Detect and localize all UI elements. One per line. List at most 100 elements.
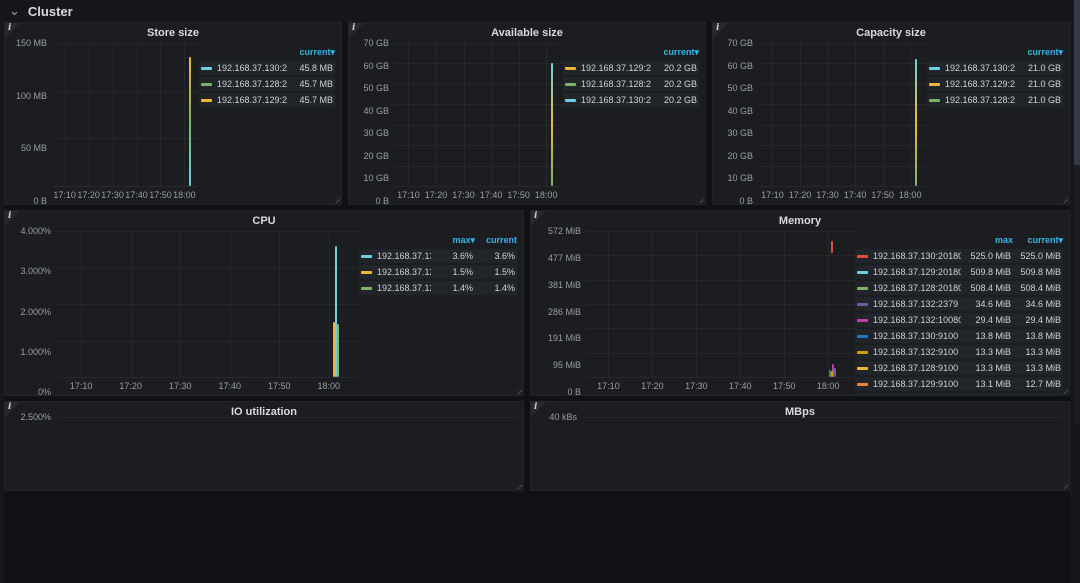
plot-area[interactable]: 17:1017:2017:3017:4017:5018:00 (53, 43, 199, 186)
series-name: 192.168.37.129:20180 (873, 267, 961, 277)
row-header-cluster[interactable]: ⌄ Cluster (0, 0, 1080, 22)
series-name: 192.168.37.128:20180 (873, 283, 961, 293)
legend-row[interactable]: 192.168.37.130:2018045.8 MB (199, 61, 335, 75)
series-name: 192.168.37.130:20180 (377, 251, 431, 261)
y-axis-label: 50 GB (363, 83, 389, 93)
grid-line-v (800, 43, 801, 186)
legend-row[interactable]: 192.168.37.130:201803.6%3.6% (359, 249, 517, 263)
x-axis-label: 17:40 (480, 190, 503, 200)
plot-area[interactable]: 17:1017:2017:3017:4017:5018:00 (57, 231, 359, 377)
panel-body: 40 kBs (539, 417, 1063, 487)
legend-row[interactable]: 192.168.37.128:2018045.7 MB (199, 77, 335, 91)
grid-line-v (137, 43, 138, 186)
legend-sort-max[interactable]: max (963, 235, 1013, 247)
legend-sort-max[interactable]: max▾ (433, 235, 475, 247)
legend-row[interactable]: 192.168.37.132:237934.6 MiB34.6 MiB (855, 297, 1063, 311)
page-scrollbar-track (1074, 0, 1080, 423)
legend-sort-current[interactable]: current▾ (1013, 235, 1063, 247)
series-color-swatch (929, 99, 940, 102)
legend-row[interactable]: 192.168.37.132:90916.9 MiB6.9 MiB (855, 393, 1063, 396)
series-color-swatch (929, 67, 940, 70)
series-name: 192.168.37.132:9091 (873, 395, 961, 396)
panel-title[interactable]: Available size (349, 23, 705, 41)
legend-row[interactable]: 192.168.37.129:2018021.0 GB (927, 77, 1063, 91)
legend-row[interactable]: 192.168.37.129:201801.5%1.5% (359, 265, 517, 279)
legend-sort-current[interactable]: current▾ (653, 47, 699, 59)
x-axis-label: 17:20 (641, 381, 664, 391)
grid-line-h (57, 231, 359, 232)
series-color-swatch (565, 83, 576, 86)
grid-line-h (395, 84, 563, 85)
legend-row[interactable]: 192.168.37.128:910013.3 MiB13.3 MiB (855, 361, 1063, 375)
series-value: 6.9 MiB (1011, 395, 1061, 396)
series-value: 13.1 MiB (961, 379, 1011, 389)
series-name: 192.168.37.128:20180 (581, 79, 651, 89)
series-spike (337, 324, 339, 377)
plot-area[interactable] (57, 417, 517, 472)
legend-row[interactable]: 192.168.37.130:910013.8 MiB13.8 MiB (855, 329, 1063, 343)
plot-area[interactable]: 17:1017:2017:3017:4017:5018:00 (759, 43, 927, 186)
y-axis-label: 100 MB (16, 91, 47, 101)
legend-row[interactable]: 192.168.37.130:20180525.0 MiB525.0 MiB (855, 249, 1063, 263)
y-axis-label: 191 MiB (548, 333, 581, 343)
legend-row[interactable]: 192.168.37.132:1008029.4 MiB29.4 MiB (855, 313, 1063, 327)
plot-area[interactable]: 17:1017:2017:3017:4017:5018:00 (395, 43, 563, 186)
grid-line-v (855, 43, 856, 186)
series-color-swatch (565, 67, 576, 70)
plot-area[interactable] (583, 417, 1063, 472)
y-axis: 70 GB60 GB50 GB40 GB30 GB20 GB10 GB0 B (721, 43, 759, 201)
panel-body: 70 GB60 GB50 GB40 GB30 GB20 GB10 GB0 B17… (357, 43, 699, 201)
grid-line-h (57, 304, 359, 305)
panel-title[interactable]: MBps (531, 402, 1069, 420)
legend-row[interactable]: 192.168.37.128:2018021.0 GB (927, 93, 1063, 107)
chart-area: 150 MB100 MB50 MB0 B17:1017:2017:3017:40… (13, 43, 199, 201)
x-axis-label: 17:20 (789, 190, 812, 200)
legend-row[interactable]: 192.168.37.132:910013.3 MiB13.3 MiB (855, 345, 1063, 359)
legend: maxcurrent▾ 192.168.37.130:20180525.0 MiB… (855, 231, 1063, 392)
legend-row[interactable]: 192.168.37.129:20180509.8 MiB509.8 MiB (855, 265, 1063, 279)
grid-line-v (464, 43, 465, 186)
info-icon: i (534, 402, 537, 412)
y-axis-label: 10 GB (363, 173, 389, 183)
series-color-swatch (361, 287, 372, 290)
grid-line-v (696, 231, 697, 377)
series-value: 3.6% (431, 251, 473, 261)
plot-area[interactable]: 17:1017:2017:3017:4017:5018:00 (587, 231, 855, 377)
legend-row[interactable]: 192.168.37.130:2018020.2 GB (563, 93, 699, 107)
page-scrollbar-thumb[interactable] (1074, 0, 1080, 165)
y-axis-label: 40 GB (363, 106, 389, 116)
series-name: 192.168.37.128:9100 (873, 363, 961, 373)
series-value: 29.4 MiB (961, 315, 1011, 325)
panel-body: 4.000%3.000%2.000%1.000%0%17:1017:2017:3… (13, 231, 517, 392)
series-spike (831, 371, 833, 377)
series-spike (829, 370, 831, 377)
legend-row[interactable]: 192.168.37.130:2018021.0 GB (927, 61, 1063, 75)
y-axis-label: 3.000% (20, 266, 51, 276)
series-color-swatch (857, 367, 868, 370)
legend-row[interactable]: 192.168.37.128:2018020.2 GB (563, 77, 699, 91)
grid-line-v (329, 231, 330, 377)
legend-sort-current[interactable]: current (475, 235, 517, 247)
legend-row[interactable]: 192.168.37.128:20180508.4 MiB508.4 MiB (855, 281, 1063, 295)
x-axis-label: 17:20 (119, 381, 142, 391)
panel-title[interactable]: CPU (5, 211, 523, 229)
panel-title[interactable]: Capacity size (713, 23, 1069, 41)
panel-title[interactable]: IO utilization (5, 402, 523, 420)
grid-line-h (759, 145, 927, 146)
legend-row[interactable]: 192.168.37.129:2018020.2 GB (563, 61, 699, 75)
panel-title[interactable]: Store size (5, 23, 341, 41)
legend-sort-current[interactable]: current▾ (289, 47, 335, 59)
legend-sort-current[interactable]: current▾ (1017, 47, 1063, 59)
series-name: 192.168.37.129:20180 (217, 95, 287, 105)
series-color-swatch (857, 271, 868, 274)
panel-cpu: iCPU4.000%3.000%2.000%1.000%0%17:1017:20… (4, 210, 524, 396)
legend-row[interactable]: 192.168.37.129:910013.1 MiB12.7 MiB (855, 377, 1063, 391)
chart-area: 40 kBs (539, 417, 1063, 487)
legend-row[interactable]: 192.168.37.128:201801.4%1.4% (359, 281, 517, 295)
y-axis-label: 20 GB (363, 151, 389, 161)
panel-title[interactable]: Memory (531, 211, 1069, 229)
series-name: 192.168.37.132:9100 (873, 347, 961, 357)
grid-line-v (652, 231, 653, 377)
legend: current▾ 192.168.37.129:2018020.2 GB 192.1… (563, 43, 699, 201)
legend-row[interactable]: 192.168.37.129:2018045.7 MB (199, 93, 335, 107)
